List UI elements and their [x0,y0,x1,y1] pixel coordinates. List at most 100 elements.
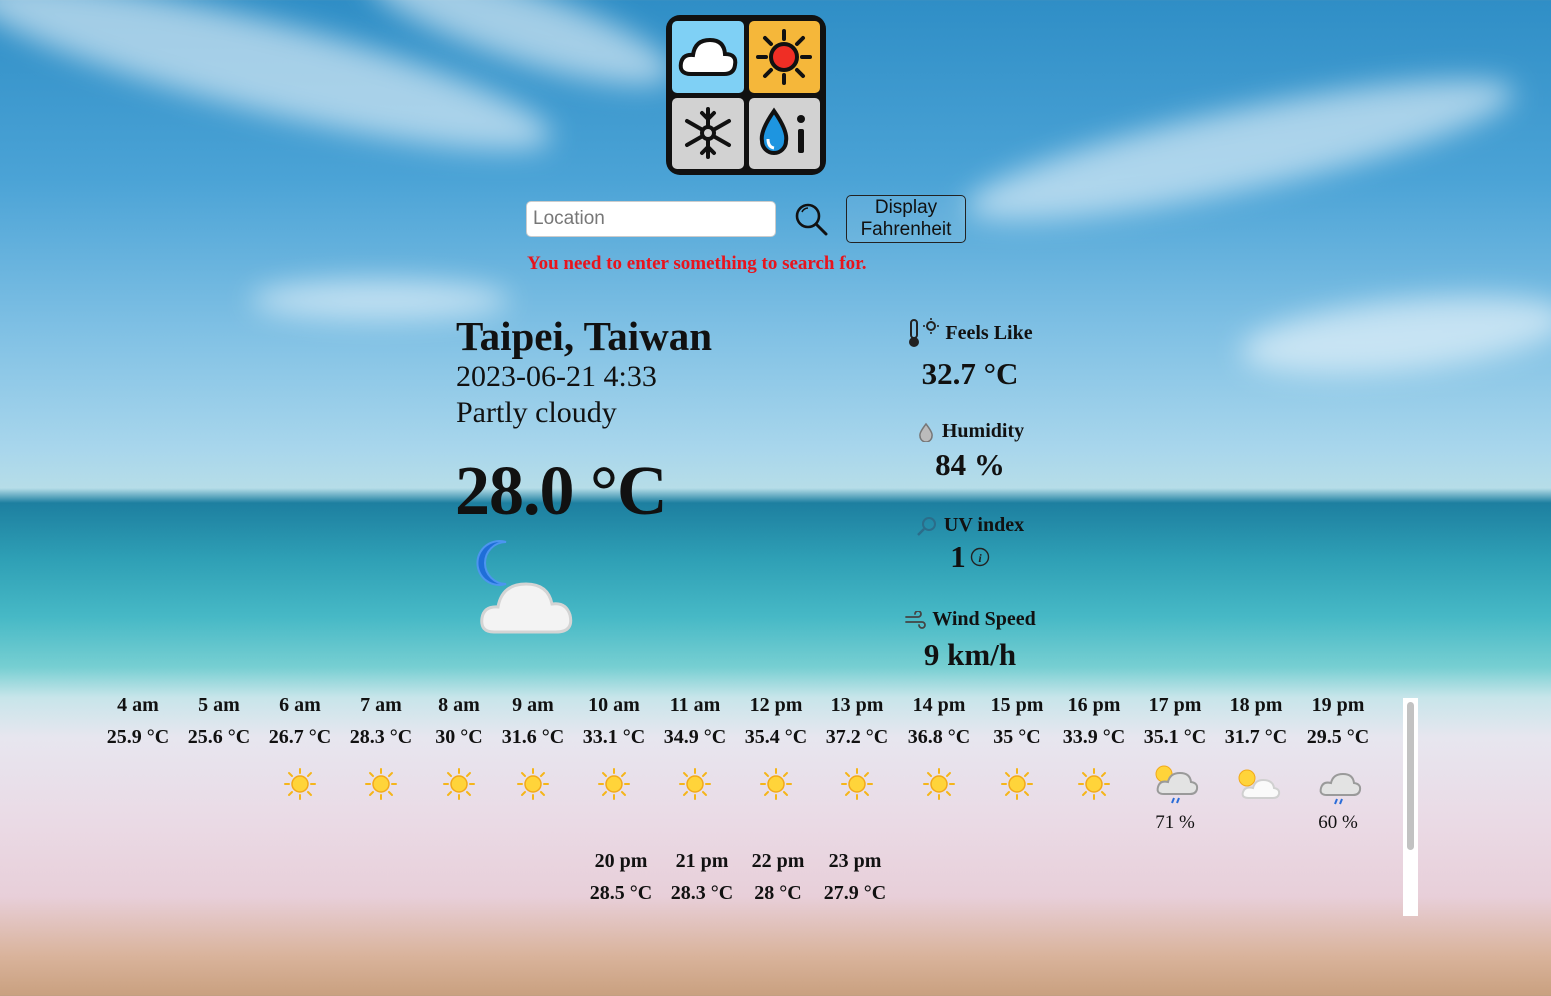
hourly-item: 17 pm 35.1 °C 71 % [1135,694,1215,834]
hour-time: 12 pm [749,694,803,716]
sun-icon [341,762,421,806]
sun-icon [817,762,897,806]
hour-temp: 34.9 °C [663,726,727,748]
hour-time: 5 am [198,694,240,716]
hourly-item: 15 pm 35 °C [977,694,1057,806]
background-cloud [957,52,1523,248]
hour-time: 15 pm [990,694,1044,716]
hour-time: 21 pm [675,850,729,872]
hour-temp: 30 °C [435,726,483,748]
uv-index-value: 1 [950,539,966,574]
hour-temp: 25.9 °C [106,726,170,748]
hour-time: 6 am [279,694,321,716]
hourly-item: 22 pm 28 °C [738,850,818,906]
hour-rain-chance: 60 % [1318,812,1358,833]
hour-temp: 26.7 °C [268,726,332,748]
sun-icon [419,762,499,806]
error-message: You need to enter something to search fo… [527,253,867,274]
hour-temp: 36.8 °C [907,726,971,748]
hour-time: 18 pm [1229,694,1283,716]
hour-temp: 28 °C [754,882,802,904]
hour-temp: 25.6 °C [187,726,251,748]
hourly-item: 21 pm 28.3 °C [662,850,742,906]
sun-icon [736,762,816,806]
hour-temp: 33.9 °C [1062,726,1126,748]
hourly-item: 5 am 25.6 °C [179,694,259,806]
hour-time: 9 am [512,694,554,716]
search-button[interactable] [794,202,828,236]
hour-time: 11 am [669,694,721,716]
hour-time: 23 pm [828,850,882,872]
wind-speed-label: Wind Speed [932,608,1036,630]
humidity-panel: Humidity 84 % [870,420,1070,483]
droplet-info-icon [748,97,820,169]
sun-icon [1054,762,1134,806]
uv-icon [917,516,936,536]
hour-time: 13 pm [830,694,884,716]
hourly-item: 11 am 34.9 °C [655,694,735,806]
location-name: Taipei, Taiwan [456,313,713,359]
wind-icon [905,610,927,629]
sun-rain-icon [1135,762,1215,806]
hour-time: 16 pm [1067,694,1121,716]
sun-icon [899,762,979,806]
hour-time: 10 am [588,694,640,716]
search-icon [795,203,828,236]
hourly-item: 13 pm 37.2 °C [817,694,897,806]
uv-index-label: UV index [943,514,1025,536]
scrollbar-thumb[interactable] [1407,702,1414,850]
droplet-icon [919,422,933,442]
hourly-item: 18 pm 31.7 °C [1216,694,1296,806]
humidity-value: 84 % [935,447,1005,482]
hour-temp: 31.7 °C [1224,726,1288,748]
hourly-item: 9 am 31.6 °C [493,694,573,806]
feels-like-label: Feels Like [945,321,1033,344]
sun-icon [977,762,1057,806]
current-temperature: 28.0 °C [455,453,668,530]
hourly-item: 7 am 28.3 °C [341,694,421,806]
location-input[interactable] [526,201,776,237]
hourly-item: 4 am 25.9 °C [98,694,178,806]
hour-temp: 28.5 °C [589,882,653,904]
sun-icon [493,762,573,806]
svg-text:i: i [978,551,982,565]
hourly-item: 6 am 26.7 °C [260,694,340,806]
info-icon[interactable]: i [970,547,990,567]
thermometer-sun-icon [909,318,940,347]
hour-temp: 28.3 °C [670,882,734,904]
current-condition: Partly cloudy [456,396,617,429]
snowflake-icon [672,97,744,169]
feels-like-value: 32.7 °C [921,356,1019,391]
app-logo [666,15,826,175]
hourly-scrollbar[interactable] [1403,698,1418,916]
hour-temp: 35.4 °C [744,726,808,748]
uv-index-row: 1 i [870,539,1070,575]
hour-temp: 35 °C [993,726,1041,748]
hour-time: 17 pm [1148,694,1202,716]
hour-time: 8 am [438,694,480,716]
hourly-forecast: 4 am 25.9 °C 5 am 25.6 °C 6 am 26.7 °C 7 am 28.… [96,694,1396,916]
hourly-item: 23 pm 27.9 °C [815,850,895,906]
moon-icon [98,762,178,806]
moon-rain-icon [1298,762,1378,806]
hourly-item: 14 pm 36.8 °C [899,694,979,806]
hour-time: 19 pm [1311,694,1365,716]
uv-index-panel: UV index 1 i [870,514,1070,575]
hour-time: 22 pm [751,850,805,872]
sun-icon [260,762,340,806]
moon-cloud-icon [466,536,596,645]
feels-like-panel: Feels Like 32.7 °C [870,318,1070,392]
hourly-item: 8 am 30 °C [419,694,499,806]
hour-time: 7 am [360,694,402,716]
search-bar: Display Fahrenheit [526,195,966,243]
hourly-item: 20 pm 28.5 °C [581,850,661,906]
hour-temp: 33.1 °C [582,726,646,748]
hourly-item: 19 pm 29.5 °C 60 % [1298,694,1378,834]
current-datetime: 2023-06-21 4:33 [456,360,657,393]
sun-icon [748,21,820,93]
hour-temp: 35.1 °C [1143,726,1207,748]
hour-temp: 28.3 °C [349,726,413,748]
hourly-item: 10 am 33.1 °C [574,694,654,806]
hour-temp: 27.9 °C [823,882,887,904]
display-fahrenheit-button[interactable]: Display Fahrenheit [846,195,966,243]
